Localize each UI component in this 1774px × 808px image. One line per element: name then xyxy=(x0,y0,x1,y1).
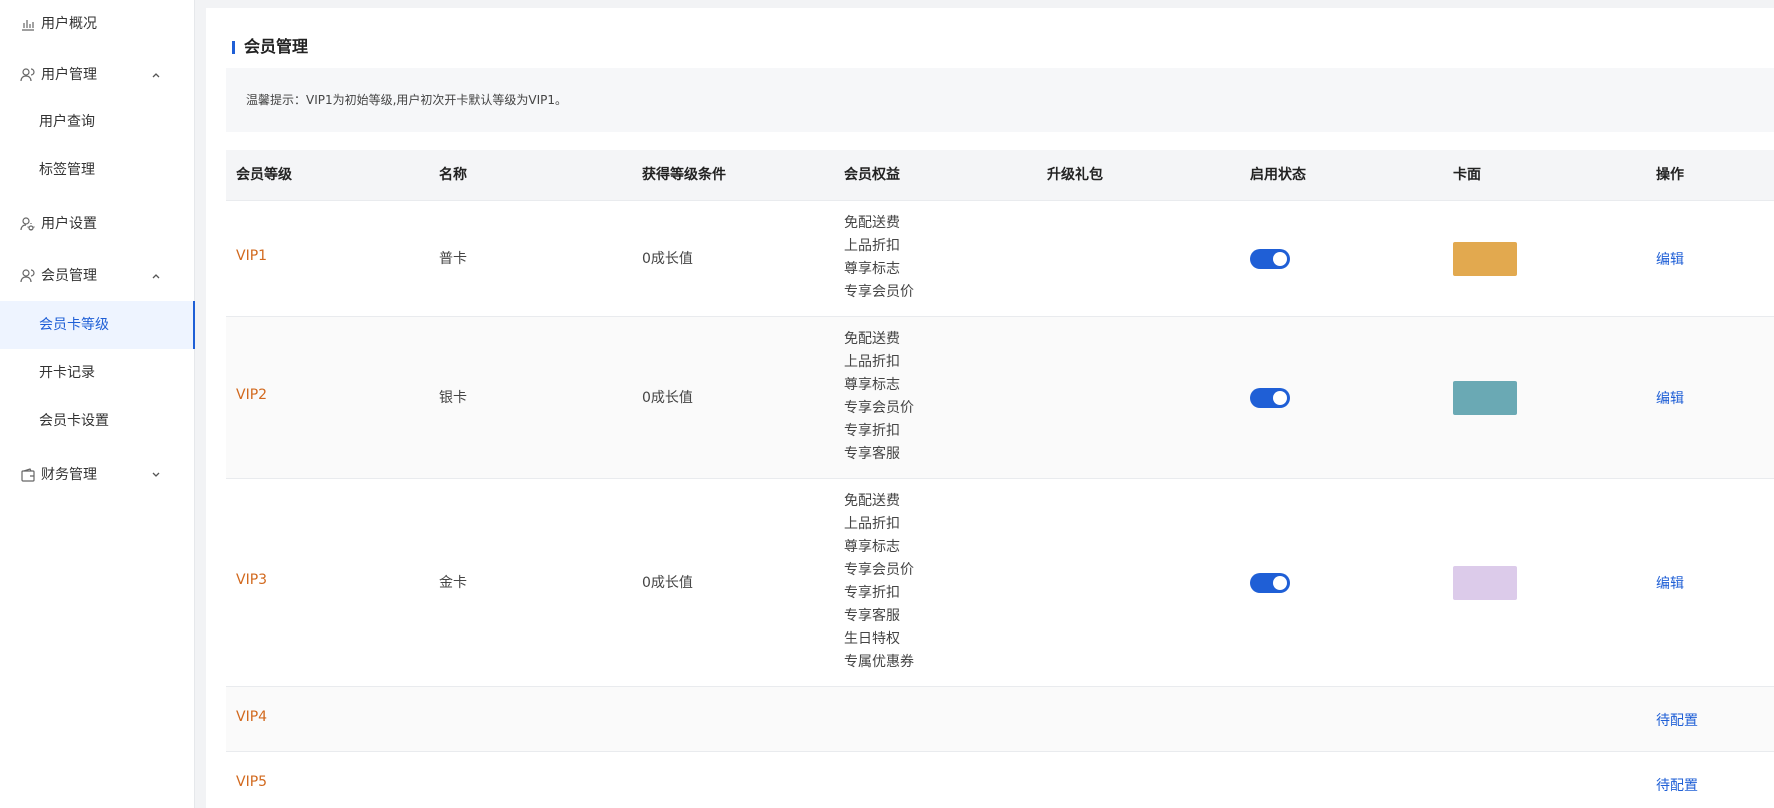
perk-item: 专属优惠券 xyxy=(844,654,914,670)
perk-item: 专享客服 xyxy=(844,608,900,624)
sidebar-item-label: 会员管理 xyxy=(41,268,97,284)
users-icon xyxy=(20,67,36,83)
sidebar-item-label: 用户查询 xyxy=(39,114,95,130)
sidebar-item-label: 会员卡等级 xyxy=(39,317,109,333)
condition-cell: 0成长值 xyxy=(642,575,693,591)
column-header: 会员权益 xyxy=(844,167,900,183)
column-header: 获得等级条件 xyxy=(642,167,726,183)
perk-item: 上品折扣 xyxy=(844,354,900,370)
enable-toggle[interactable] xyxy=(1250,249,1290,269)
card-face-swatch xyxy=(1453,242,1517,276)
card-face-swatch xyxy=(1453,381,1517,415)
enable-toggle[interactable] xyxy=(1250,573,1290,593)
name-cell: 银卡 xyxy=(439,390,467,406)
perk-item: 尊享标志 xyxy=(844,377,900,393)
perks-list: 免配送费 上品折扣 尊享标志 专享会员价 xyxy=(844,212,914,304)
perk-item: 尊享标志 xyxy=(844,539,900,555)
member-level-table: 会员等级 名称 获得等级条件 会员权益 升级礼包 启用状态 卡面 操作 VIP1… xyxy=(226,150,1774,808)
sidebar-item-user-overview[interactable]: 用户概况 xyxy=(0,4,195,44)
perk-item: 生日特权 xyxy=(844,631,900,647)
sidebar-item-member-management[interactable]: 会员管理 xyxy=(0,256,195,296)
perk-item: 专享折扣 xyxy=(844,585,900,601)
sidebar-item-label: 财务管理 xyxy=(41,467,97,483)
table-row: VIP3 金卡 0成长值 免配送费 上品折扣 尊享标志 专享会员价 专享折扣 专… xyxy=(226,478,1774,686)
perk-item: 尊享标志 xyxy=(844,261,900,277)
perk-item: 专享会员价 xyxy=(844,284,914,300)
perk-item: 上品折扣 xyxy=(844,516,900,532)
sidebar-item-finance-management[interactable]: 财务管理 xyxy=(0,455,195,495)
column-header: 名称 xyxy=(439,167,467,183)
sidebar-item-card-settings[interactable]: 会员卡设置 xyxy=(0,397,195,445)
sidebar-item-card-records[interactable]: 开卡记录 xyxy=(0,349,195,397)
perk-item: 免配送费 xyxy=(844,215,900,231)
table-row: VIP5 待配置 xyxy=(226,751,1774,808)
sidebar-item-label: 开卡记录 xyxy=(39,365,95,381)
level-cell: VIP4 xyxy=(236,709,268,725)
column-header: 升级礼包 xyxy=(1047,167,1103,183)
table-row: VIP2 银卡 0成长值 免配送费 上品折扣 尊享标志 专享会员价 专享折扣 专… xyxy=(226,316,1774,478)
tip-banner: 温馨提示：VIP1为初始等级,用户初次开卡默认等级为VIP1。 xyxy=(226,68,1774,132)
enable-toggle[interactable] xyxy=(1250,388,1290,408)
sidebar-item-tag-management[interactable]: 标签管理 xyxy=(0,146,195,194)
bar-chart-icon xyxy=(20,16,36,32)
chevron-up-icon xyxy=(150,270,162,282)
column-header: 会员等级 xyxy=(236,167,292,183)
sidebar-item-label: 用户管理 xyxy=(41,67,97,83)
sidebar-item-user-management[interactable]: 用户管理 xyxy=(0,55,195,95)
main-panel: 会员管理 温馨提示：VIP1为初始等级,用户初次开卡默认等级为VIP1。 会员等… xyxy=(206,8,1774,808)
table-row: VIP4 待配置 xyxy=(226,686,1774,751)
perk-item: 免配送费 xyxy=(844,331,900,347)
app: 用户概况 用户管理 用户查询 标签管理 用户设置 会员管理 会员卡等级 开卡记录… xyxy=(0,0,1774,808)
configure-link[interactable]: 待配置 xyxy=(1656,710,1698,730)
table-row: VIP1 普卡 0成长值 免配送费 上品折扣 尊享标志 专享会员价 编辑 xyxy=(226,200,1774,316)
perk-item: 免配送费 xyxy=(844,493,900,509)
perk-item: 专享会员价 xyxy=(844,562,914,578)
chevron-down-icon xyxy=(150,469,162,481)
sidebar-item-label: 用户设置 xyxy=(41,216,97,232)
column-header: 启用状态 xyxy=(1250,167,1306,183)
sidebar-item-member-card-level[interactable]: 会员卡等级 xyxy=(0,301,195,349)
sidebar-item-label: 标签管理 xyxy=(39,162,95,178)
table-header: 会员等级 名称 获得等级条件 会员权益 升级礼包 启用状态 卡面 操作 xyxy=(226,150,1774,200)
page-title: 会员管理 xyxy=(232,36,308,58)
members-icon xyxy=(20,268,36,284)
column-header: 操作 xyxy=(1656,167,1684,183)
perks-list: 免配送费 上品折扣 尊享标志 专享会员价 专享折扣 专享客服 生日特权 专属优惠… xyxy=(844,490,914,674)
level-cell: VIP1 xyxy=(236,248,268,264)
condition-cell: 0成长值 xyxy=(642,390,693,406)
perk-item: 专享客服 xyxy=(844,446,900,462)
perk-item: 专享会员价 xyxy=(844,400,914,416)
sidebar-item-user-settings[interactable]: 用户设置 xyxy=(0,204,195,244)
perk-item: 上品折扣 xyxy=(844,238,900,254)
sidebar: 用户概况 用户管理 用户查询 标签管理 用户设置 会员管理 会员卡等级 开卡记录… xyxy=(0,0,195,808)
name-cell: 金卡 xyxy=(439,575,467,591)
level-cell: VIP5 xyxy=(236,774,268,790)
configure-link[interactable]: 待配置 xyxy=(1656,775,1698,795)
sidebar-item-label: 用户概况 xyxy=(41,16,97,32)
edit-link[interactable]: 编辑 xyxy=(1656,573,1684,593)
wallet-icon xyxy=(20,467,36,483)
condition-cell: 0成长值 xyxy=(642,251,693,267)
edit-link[interactable]: 编辑 xyxy=(1656,388,1684,408)
sidebar-item-user-query[interactable]: 用户查询 xyxy=(0,98,195,146)
perks-list: 免配送费 上品折扣 尊享标志 专享会员价 专享折扣 专享客服 xyxy=(844,328,914,466)
edit-link[interactable]: 编辑 xyxy=(1656,249,1684,269)
perk-item: 专享折扣 xyxy=(844,423,900,439)
name-cell: 普卡 xyxy=(439,251,467,267)
column-header: 卡面 xyxy=(1453,167,1481,183)
sidebar-item-label: 会员卡设置 xyxy=(39,413,109,429)
chevron-up-icon xyxy=(150,69,162,81)
card-face-swatch xyxy=(1453,566,1517,600)
level-cell: VIP2 xyxy=(236,387,268,403)
level-cell: VIP3 xyxy=(236,572,268,588)
user-settings-icon xyxy=(20,216,36,232)
